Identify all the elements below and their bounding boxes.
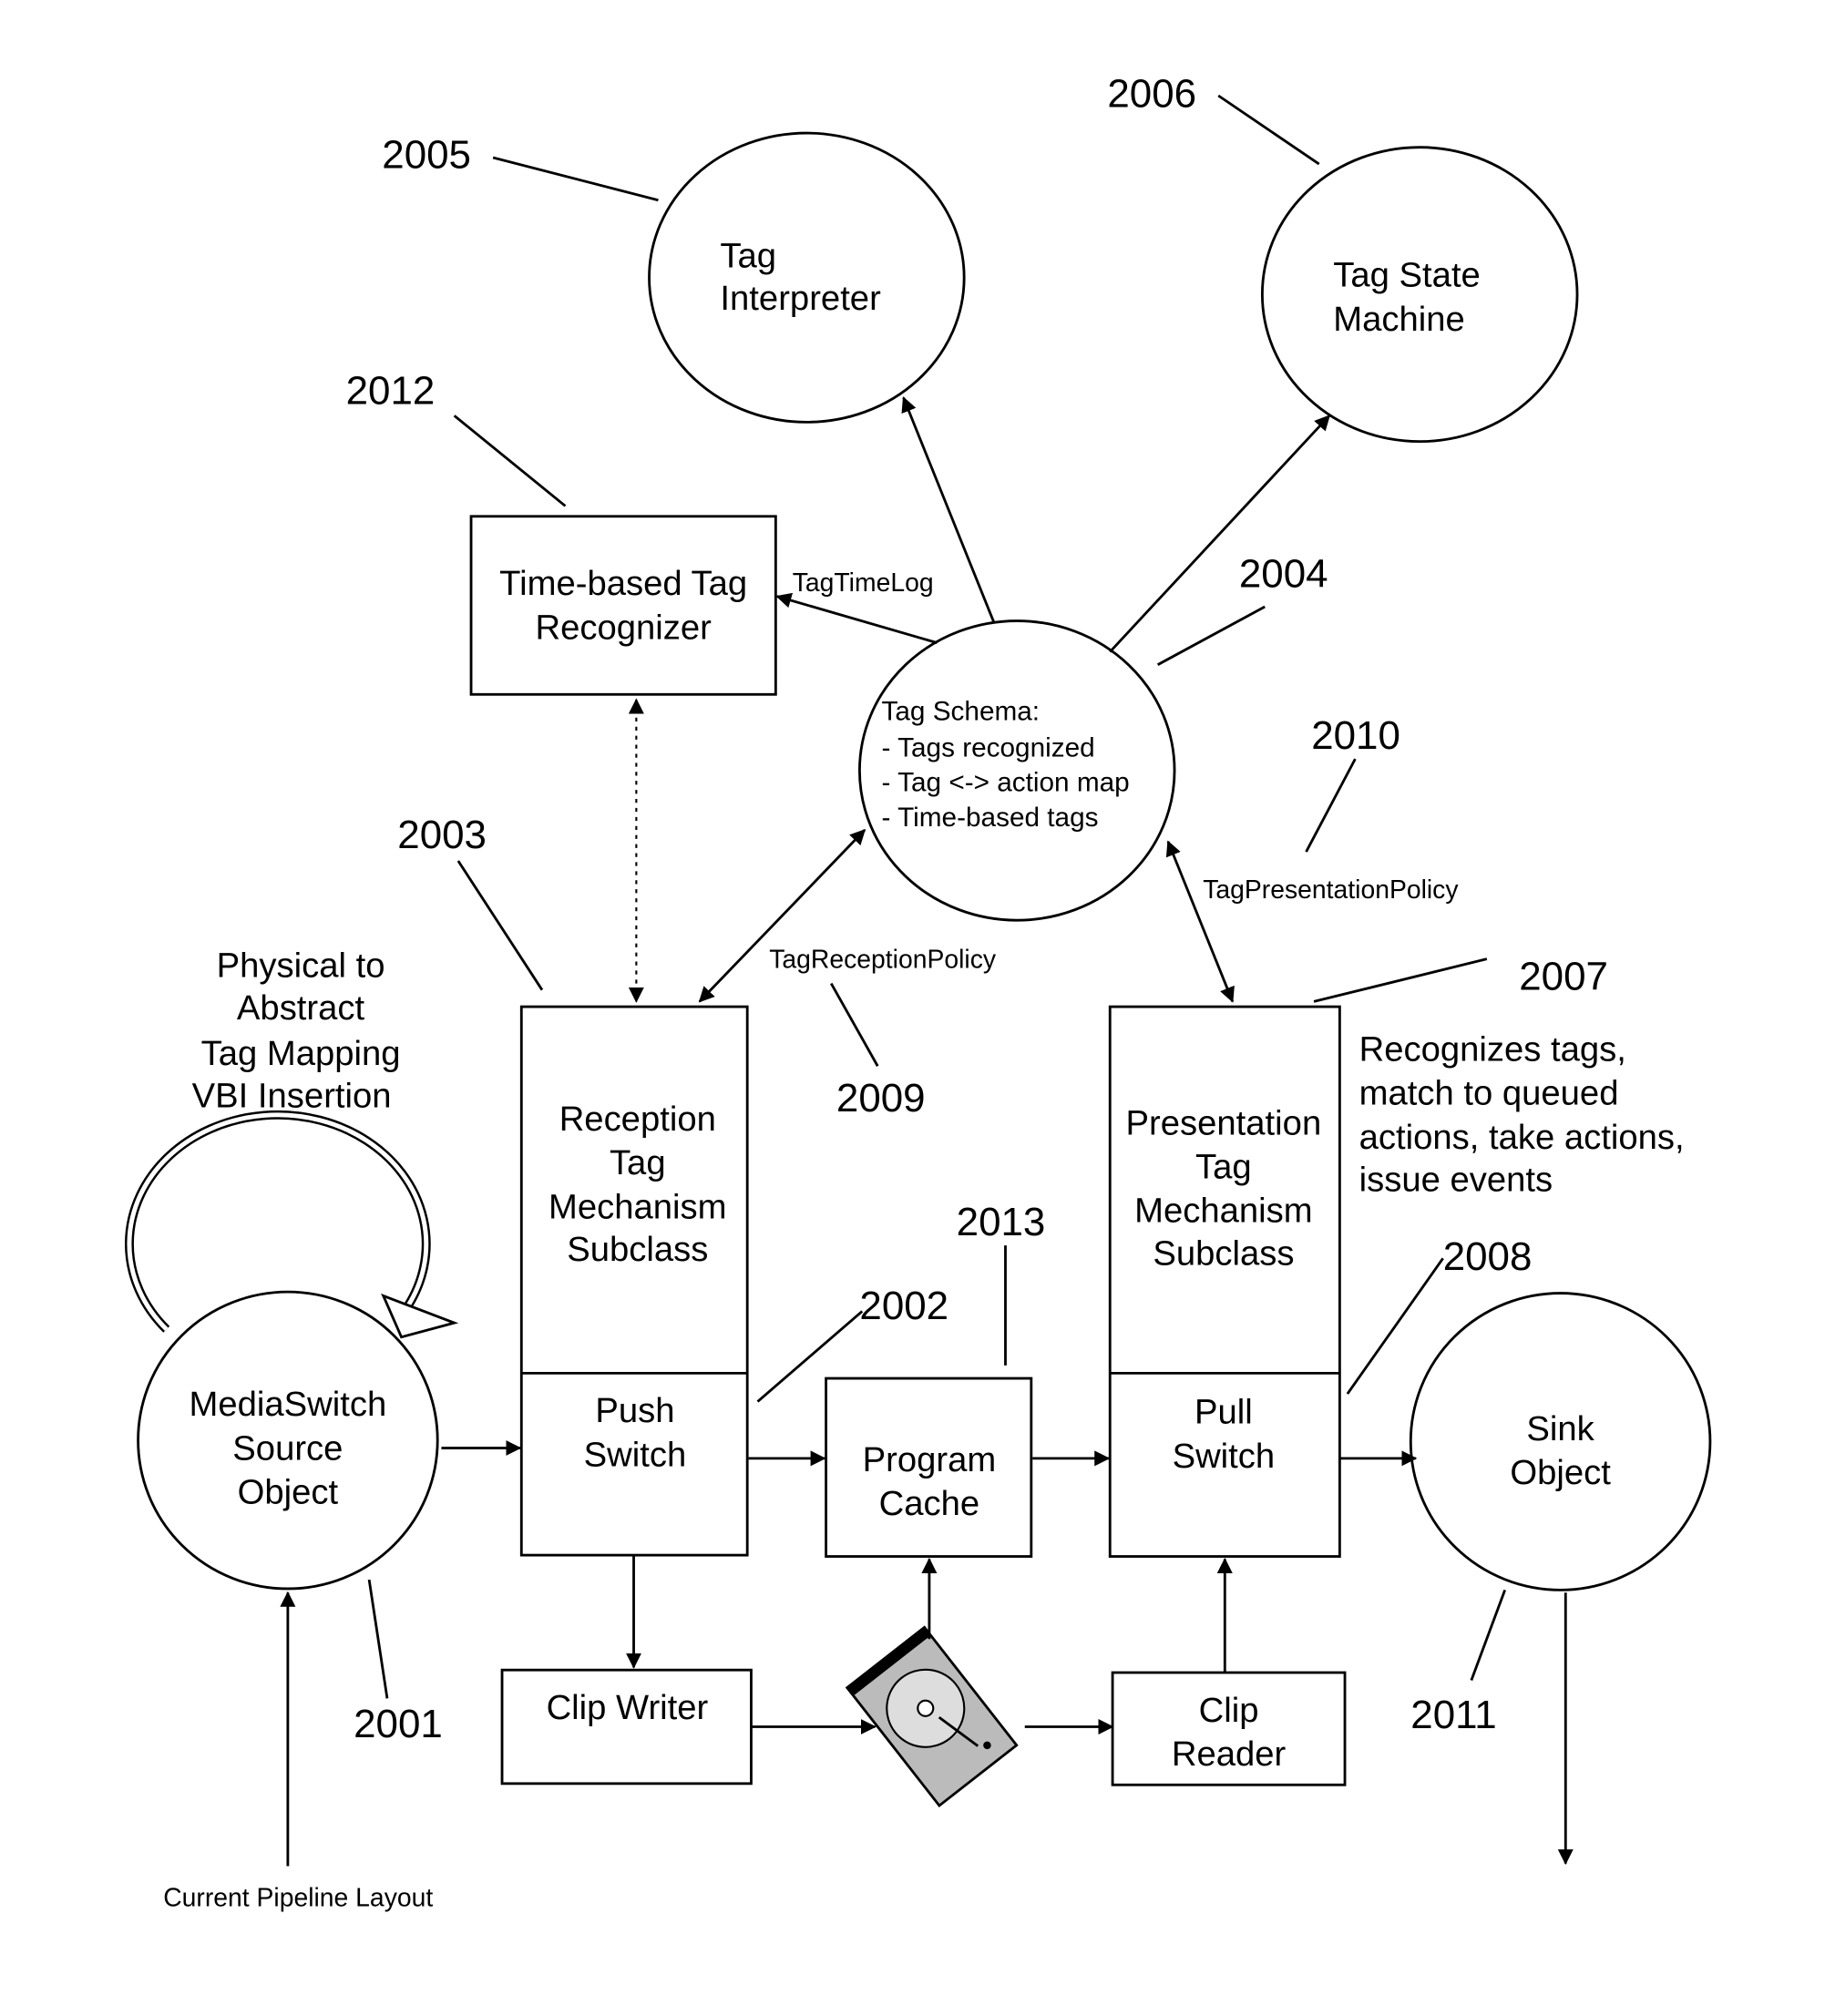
arrow-schema-to-state-machine bbox=[1109, 414, 1331, 653]
loop-label-line-3: Tag Mapping bbox=[201, 1034, 401, 1073]
pipeline-diagram: Tag Interpreter 2005 Tag State Machine 2… bbox=[125, 72, 1712, 1912]
note-line-4: issue events bbox=[1359, 1161, 1553, 1200]
reception-line-4: Subclass bbox=[567, 1230, 708, 1269]
leader-2003 bbox=[456, 860, 544, 991]
label-tag-reception-policy: TagReceptionPolicy bbox=[769, 946, 997, 975]
tag-state-machine-node: Tag State Machine bbox=[1260, 146, 1579, 444]
ref-2007: 2007 bbox=[1519, 955, 1608, 999]
recognizer-line-2: Recognizer bbox=[535, 608, 712, 647]
tag-state-machine-line-2: Machine bbox=[1333, 300, 1465, 339]
clip-reader-node: Clip Reader bbox=[1111, 1671, 1347, 1786]
source-line-3: Object bbox=[238, 1472, 339, 1511]
presentation-line-1: Presentation bbox=[1126, 1103, 1322, 1142]
tag-state-machine-line-1: Tag State bbox=[1333, 256, 1481, 295]
arrow-tag-presentation-policy bbox=[1165, 840, 1235, 1003]
ref-2004: 2004 bbox=[1239, 552, 1328, 597]
reception-line-3: Mechanism bbox=[549, 1187, 726, 1226]
program-cache-line-2: Cache bbox=[879, 1484, 980, 1523]
sink-object-node: Sink Object bbox=[1409, 1292, 1712, 1591]
pull-switch-line-1: Pull bbox=[1194, 1393, 1253, 1432]
tag-interpreter-line-2: Interpreter bbox=[720, 279, 881, 318]
ref-2009: 2009 bbox=[836, 1076, 926, 1121]
sink-line-2: Object bbox=[1510, 1453, 1611, 1492]
presentation-line-3: Mechanism bbox=[1134, 1192, 1313, 1231]
leader-2007 bbox=[1313, 957, 1488, 1003]
tag-schema-node: Tag Schema: - Tags recognized - Tag <-> … bbox=[858, 619, 1176, 922]
label-tag-presentation-policy: TagPresentationPolicy bbox=[1203, 875, 1459, 905]
push-switch-line-2: Switch bbox=[584, 1435, 687, 1474]
ref-2005: 2005 bbox=[382, 132, 471, 177]
leader-2011 bbox=[1470, 1589, 1507, 1682]
leader-2010 bbox=[1305, 758, 1357, 853]
loop-label-line-4: VBI Insertion bbox=[192, 1077, 392, 1116]
tag-schema-line-1: Tag Schema: bbox=[882, 697, 1041, 727]
arrow-tag-time-log bbox=[775, 592, 938, 644]
reception-line-1: Reception bbox=[559, 1100, 716, 1139]
ref-2003: 2003 bbox=[397, 813, 487, 857]
loop-label-line-1: Physical to bbox=[217, 947, 385, 986]
ref-2010: 2010 bbox=[1311, 713, 1400, 758]
recognizer-line-1: Time-based Tag bbox=[499, 564, 747, 603]
bottom-caption: Current Pipeline Layout bbox=[163, 1883, 433, 1912]
loop-label-line-2: Abstract bbox=[237, 988, 365, 1028]
pull-switch-line-2: Switch bbox=[1173, 1437, 1276, 1476]
reception-line-2: Tag bbox=[610, 1143, 666, 1182]
presentation-line-2: Tag bbox=[1195, 1147, 1252, 1186]
hard-disk-icon bbox=[845, 1625, 1019, 1808]
ref-2011: 2011 bbox=[1410, 1693, 1496, 1737]
push-switch-line-1: Push bbox=[595, 1391, 674, 1430]
note-line-1: Recognizes tags, bbox=[1359, 1030, 1626, 1069]
clip-reader-line-1: Clip bbox=[1199, 1691, 1259, 1730]
leader-2004 bbox=[1156, 605, 1266, 666]
time-based-recognizer-node: Time-based Tag Recognizer bbox=[469, 515, 777, 696]
tag-interpreter-line-1: Tag bbox=[720, 236, 776, 275]
leader-2001 bbox=[367, 1579, 389, 1699]
label-tag-time-log: TagTimeLog bbox=[793, 568, 934, 598]
clip-reader-line-2: Reader bbox=[1172, 1735, 1287, 1774]
ref-2012: 2012 bbox=[346, 369, 436, 414]
tag-schema-line-4: - Time-based tags bbox=[882, 803, 1099, 833]
presentation-line-4: Subclass bbox=[1153, 1233, 1294, 1273]
program-cache-line-1: Program bbox=[863, 1440, 997, 1479]
leader-2006 bbox=[1217, 94, 1320, 166]
tag-schema-line-2: - Tags recognized bbox=[882, 732, 1095, 762]
program-cache-node: Program Cache bbox=[825, 1376, 1033, 1558]
leader-2012 bbox=[453, 414, 567, 507]
presentation-note: Recognizes tags, match to queued actions… bbox=[1359, 1030, 1685, 1200]
tag-schema-line-3: - Tag <-> action map bbox=[882, 768, 1130, 798]
source-object-node: MediaSwitch Source Object bbox=[137, 1290, 439, 1591]
ref-2008: 2008 bbox=[1443, 1234, 1533, 1279]
tag-interpreter-node: Tag Interpreter bbox=[648, 131, 966, 424]
clip-writer-label: Clip Writer bbox=[547, 1688, 709, 1727]
note-line-2: match to queued bbox=[1359, 1074, 1619, 1113]
leader-2009 bbox=[830, 982, 879, 1067]
ref-2013: 2013 bbox=[957, 1200, 1046, 1244]
source-line-1: MediaSwitch bbox=[190, 1385, 387, 1424]
sink-line-1: Sink bbox=[1526, 1409, 1594, 1448]
clip-writer-node: Clip Writer bbox=[500, 1668, 753, 1786]
source-line-2: Source bbox=[232, 1428, 343, 1468]
ref-2006: 2006 bbox=[1107, 72, 1196, 117]
ref-2002: 2002 bbox=[859, 1284, 948, 1328]
note-line-3: actions, take actions, bbox=[1359, 1118, 1685, 1157]
ref-2001: 2001 bbox=[354, 1702, 443, 1746]
loop-label: Physical to Abstract Tag Mapping VBI Ins… bbox=[192, 947, 401, 1116]
arrow-tag-reception-policy bbox=[698, 828, 866, 1003]
leader-2005 bbox=[492, 156, 659, 202]
